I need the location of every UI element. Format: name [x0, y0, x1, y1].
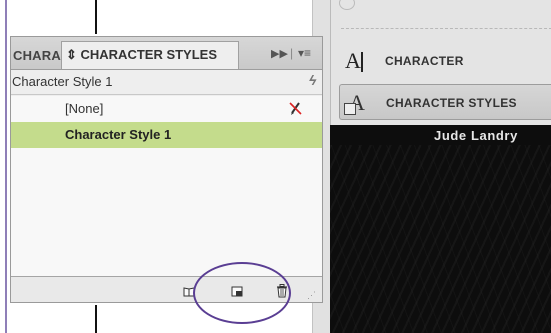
styles-list: [None] Character Style 1: [11, 96, 322, 276]
right-panel: A CHARACTER A CHARACTER STYLES Jude Land…: [330, 0, 551, 333]
tab-character[interactable]: CHARACTER: [11, 43, 65, 69]
collapse-panel-icon[interactable]: ▶▶: [271, 47, 288, 60]
character-icon-cursor: [361, 52, 363, 72]
page-edge-bottom: [95, 305, 97, 333]
page-edge-top: [95, 0, 97, 34]
collapsed-panel-dock: A CHARACTER A CHARACTER STYLES: [330, 0, 551, 125]
character-styles-icon-box: [344, 103, 356, 115]
tab-character-styles[interactable]: ⇕ CHARACTER STYLES: [61, 41, 239, 69]
resize-grip-icon[interactable]: ⋰: [307, 290, 316, 301]
panel-menu-icon[interactable]: ▾≡: [298, 46, 311, 60]
list-item-label: Character Style 1: [65, 127, 172, 142]
panel-tab-bar: CHARACTER ⇕ CHARACTER STYLES ▶▶ | ▾≡: [11, 37, 322, 70]
current-style-row: Character Style 1 ϟ: [11, 70, 322, 95]
margin-guide-line: [5, 0, 7, 333]
author-name-text: Jude Landry: [434, 128, 518, 143]
dock-item-label: CHARACTER: [385, 54, 464, 68]
highlight-annotation: [193, 262, 291, 324]
tab-separator: |: [290, 46, 294, 60]
list-item-label: [None]: [65, 101, 104, 116]
dock-item-label: CHARACTER STYLES: [386, 96, 517, 110]
background-texture: [330, 145, 551, 333]
current-style-label: Character Style 1: [12, 74, 113, 89]
dock-divider: [341, 28, 551, 30]
character-styles-panel: CHARACTER ⇕ CHARACTER STYLES ▶▶ | ▾≡ Cha…: [10, 36, 323, 303]
lightning-icon[interactable]: ϟ: [309, 72, 316, 88]
list-item[interactable]: [None]: [11, 96, 322, 121]
dock-item-character[interactable]: A CHARACTER: [331, 40, 551, 80]
character-icon: A: [345, 48, 361, 73]
list-item-selected[interactable]: Character Style 1: [11, 122, 322, 148]
no-edit-pencil-icon: [289, 102, 302, 115]
dock-item-character-styles[interactable]: A CHARACTER STYLES: [339, 84, 551, 120]
dock-handle-icon: [339, 0, 355, 10]
